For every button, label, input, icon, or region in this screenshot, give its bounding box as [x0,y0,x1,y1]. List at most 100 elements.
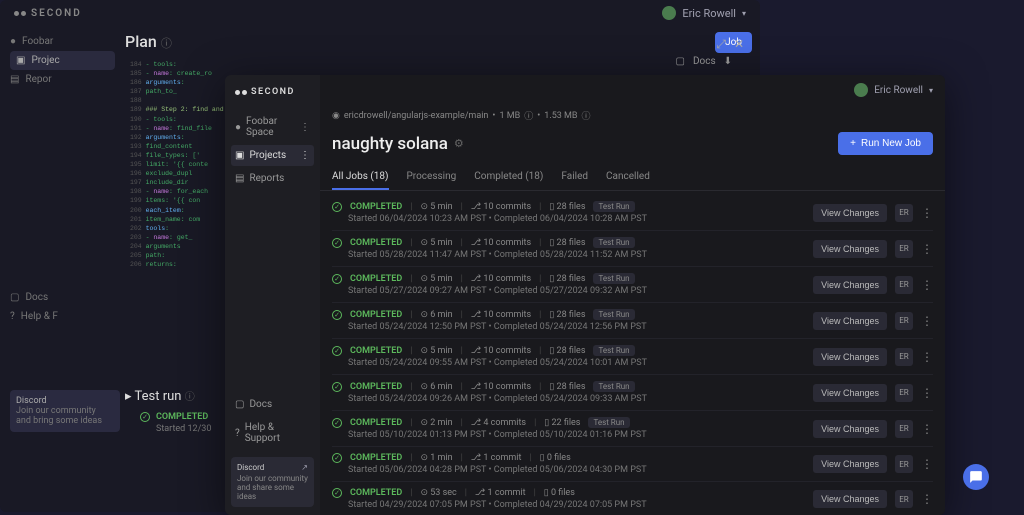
gear-icon[interactable]: ⚙ [454,137,464,150]
job-files: ▯ 0 files [544,488,575,498]
job-duration: ⊙ 1 min [420,453,452,463]
view-changes-button[interactable]: View Changes [813,348,887,366]
job-status: COMPLETED [350,488,402,498]
sidebar-item-help[interactable]: ? Help & Support [231,417,314,449]
check-icon [140,412,150,422]
bg-sidebar-projects[interactable]: ▣ Projec [10,51,115,70]
user-initials-badge: ER [895,455,913,473]
job-timestamps: Started 04/29/2024 07:05 PM PST • Comple… [332,500,813,510]
test-run-badge: Test Run [593,273,634,284]
breadcrumb: ◉ ericdrowell/angularjs-example/main •1 … [320,105,945,126]
sidebar-item-foobar[interactable]: ● Foobar Space ⋮ [231,111,314,143]
tab-cancelled[interactable]: Cancelled [606,165,650,190]
sidebar-item-reports[interactable]: ▤ Reports [231,168,314,189]
more-menu-icon[interactable]: ⋮ [921,242,933,256]
tab-all-jobs[interactable]: All Jobs (18) [332,165,389,190]
more-menu-icon[interactable]: ⋮ [921,386,933,400]
more-menu-icon[interactable]: ⋮ [921,457,933,471]
view-changes-button[interactable]: View Changes [813,312,887,330]
job-files: ▯ 22 files [544,418,580,428]
job-row: COMPLETED | ⊙ 2 min | ⎇ 4 commits | ▯ 22… [332,411,933,447]
check-icon [332,418,342,428]
job-timestamps: Started 05/10/2024 01:13 PM PST • Comple… [332,430,813,440]
job-timestamps: Started 05/27/2024 09:27 AM PST • Comple… [332,286,813,296]
user-initials-badge: ER [895,240,913,258]
user-initials-badge: ER [895,204,913,222]
view-changes-button[interactable]: View Changes [813,240,887,258]
github-icon: ◉ [332,111,340,121]
tabs: All Jobs (18) Processing Completed (18) … [320,165,945,191]
job-status: COMPLETED [350,238,402,248]
docs-link[interactable]: Docs [693,56,716,67]
bg-user-menu[interactable]: Eric Rowell ▾ [662,6,746,20]
job-duration: ⊙ 5 min [420,238,452,248]
more-menu-icon[interactable]: ⋮ [921,422,933,436]
chat-widget-icon[interactable] [963,464,989,490]
job-commits: ⎇ 4 commits [471,418,526,428]
job-files: ▯ 28 files [549,274,585,284]
chevron-down-icon: ▾ [929,86,933,95]
check-icon [332,238,342,248]
run-new-job-button[interactable]: + Run New Job [838,132,933,155]
view-changes-button[interactable]: View Changes [813,420,887,438]
breadcrumb-path[interactable]: ericdrowell/angularjs-example/main [344,111,489,121]
job-commits: ⎇ 10 commits [471,346,531,356]
tab-processing[interactable]: Processing [407,165,457,190]
check-icon [332,346,342,356]
check-icon [332,488,342,498]
view-changes-button[interactable]: View Changes [813,276,887,294]
more-menu-icon[interactable]: ⋮ [921,492,933,506]
expand-icon[interactable]: ⤢ [716,37,726,52]
job-commits: ⎇ 1 commit [475,488,526,498]
job-status: COMPLETED [350,382,402,392]
job-commits: ⎇ 1 commit [471,453,522,463]
user-menu[interactable]: Eric Rowell ▾ [854,83,933,97]
user-initials-badge: ER [895,348,913,366]
more-menu-icon[interactable]: ⋮ [921,314,933,328]
job-duration: ⊙ 5 min [420,202,452,212]
plus-icon: + [850,138,856,149]
sidebar-item-docs[interactable]: ▢ Docs [231,394,314,415]
job-duration: ⊙ 5 min [420,346,452,356]
bg-sidebar-docs[interactable]: ▢ Docs [10,288,58,307]
check-icon [332,382,342,392]
tab-completed[interactable]: Completed (18) [474,165,543,190]
bg-discord-card[interactable]: Discord Join our community and bring som… [10,390,120,432]
discord-card[interactable]: Discord↗ Join our community and share so… [231,457,314,507]
user-name: Eric Rowell [874,85,923,96]
more-menu-icon[interactable]: ⋮ [921,206,933,220]
view-changes-button[interactable]: View Changes [813,455,887,473]
job-row: COMPLETED | ⊙ 6 min | ⎇ 10 commits | ▯ 2… [332,303,933,339]
download-icon[interactable]: ⬇ [724,56,732,67]
view-changes-button[interactable]: View Changes [813,384,887,402]
close-icon[interactable]: ✕ [734,37,744,52]
user-initials-badge: ER [895,276,913,294]
job-row: COMPLETED | ⊙ 5 min | ⎇ 10 commits | ▯ 2… [332,267,933,303]
job-files: ▯ 28 files [549,310,585,320]
bg-sidebar-foobar[interactable]: ● Foobar [10,32,115,51]
avatar [662,6,676,20]
job-timestamps: Started 06/04/2024 10:23 AM PST • Comple… [332,214,813,224]
tab-failed[interactable]: Failed [561,165,588,190]
test-run-badge: Test Run [593,309,634,320]
job-status: COMPLETED [350,346,402,356]
check-icon [332,310,342,320]
bg-sidebar-help[interactable]: ? Help & F [10,307,58,326]
user-initials-badge: ER [895,490,913,508]
more-menu-icon[interactable]: ⋮ [921,278,933,292]
view-changes-button[interactable]: View Changes [813,490,887,508]
job-commits: ⎇ 10 commits [471,310,531,320]
bg-sidebar-reports[interactable]: ▤ Repor [10,70,115,89]
modal-sidebar: SECOND ● Foobar Space ⋮ ▣ Projects ⋮ ▤ R… [225,75,320,515]
modal-logo: SECOND [231,83,314,101]
job-files: ▯ 28 files [549,202,585,212]
jobs-list: COMPLETED | ⊙ 5 min | ⎇ 10 commits | ▯ 2… [320,191,945,515]
sidebar-item-projects[interactable]: ▣ Projects ⋮ [231,145,314,166]
view-changes-button[interactable]: View Changes [813,204,887,222]
job-duration: ⊙ 5 min [420,274,452,284]
more-menu-icon[interactable]: ⋮ [921,350,933,364]
check-icon [332,202,342,212]
job-timestamps: Started 05/24/2024 09:26 AM PST • Comple… [332,394,813,404]
job-timestamps: Started 05/06/2024 04:28 PM PST • Comple… [332,465,813,475]
job-status: COMPLETED [350,274,402,284]
